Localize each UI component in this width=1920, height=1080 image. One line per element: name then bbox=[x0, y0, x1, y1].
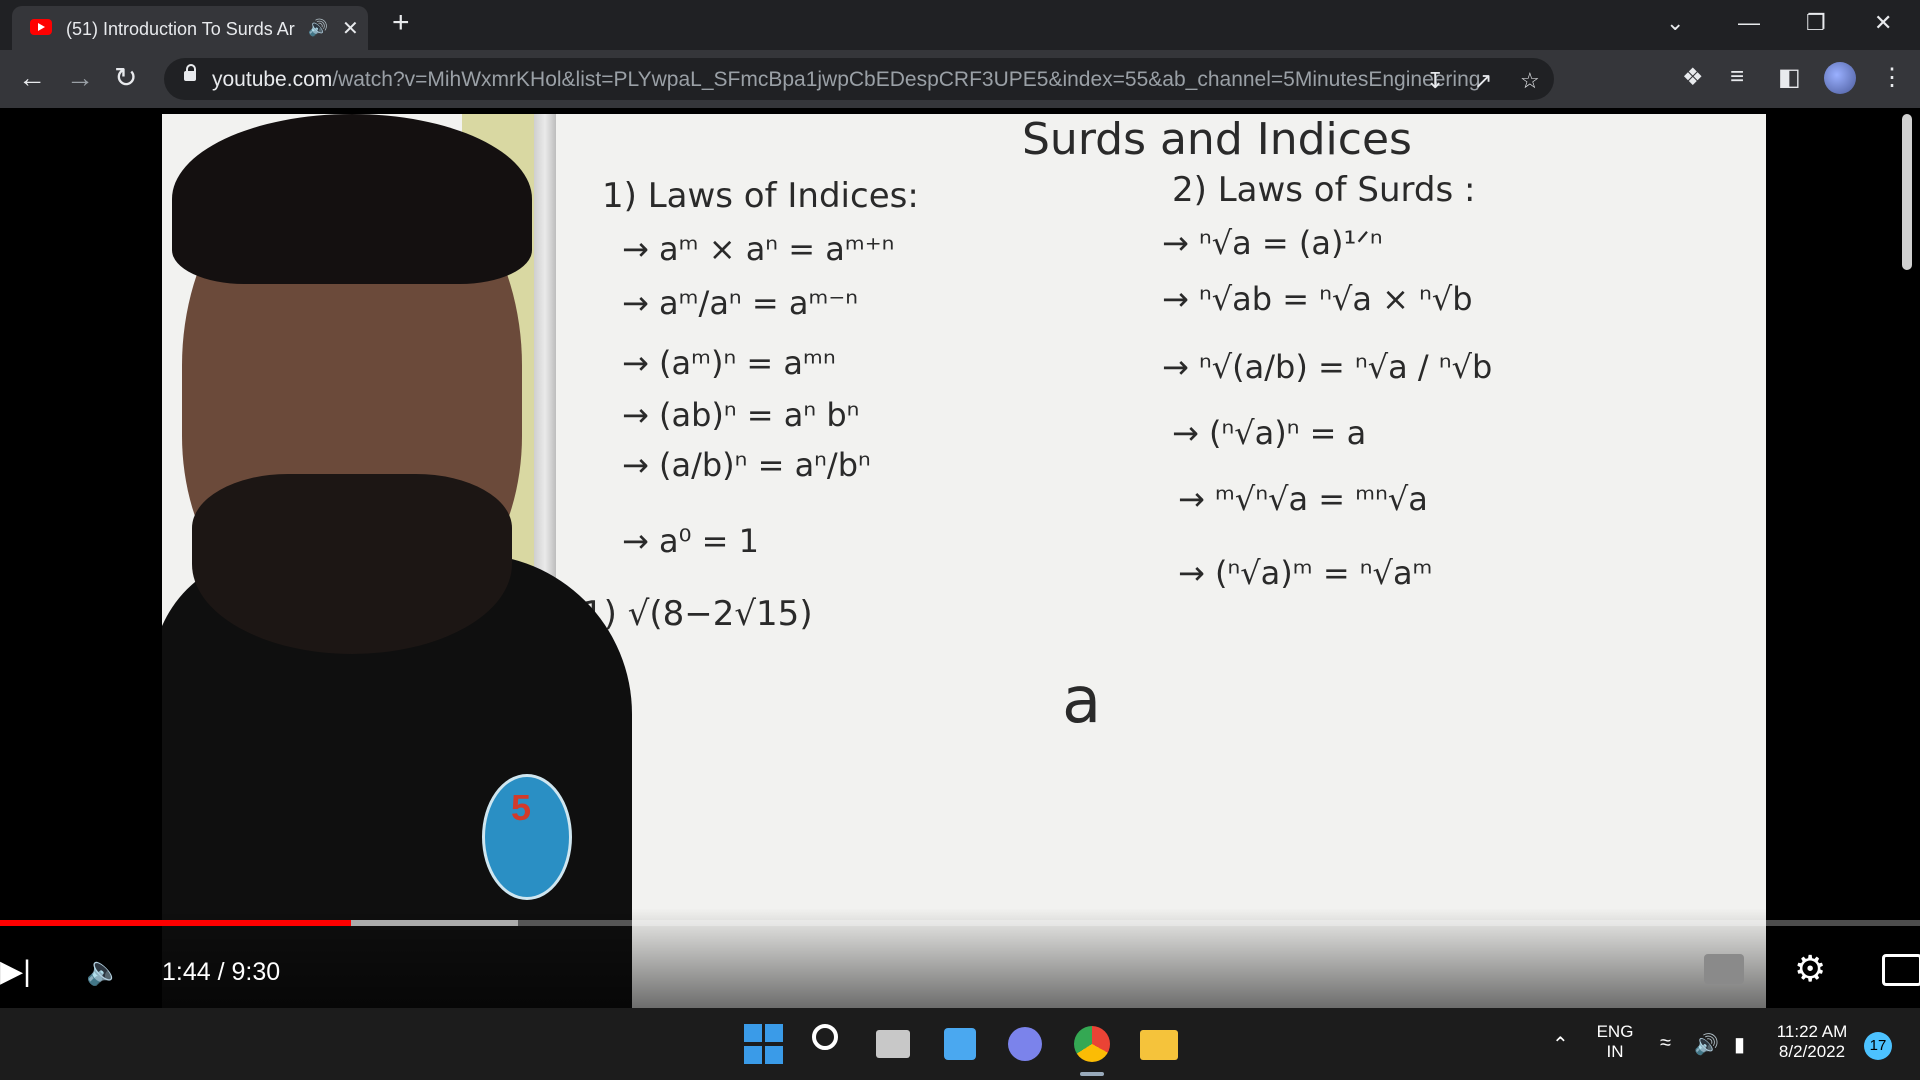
speaker-icon[interactable]: 🔊 bbox=[308, 18, 328, 38]
widgets-icon[interactable] bbox=[944, 1028, 976, 1060]
address-bar[interactable]: youtube.com/watch?v=MihWxmrKHol&list=PLY… bbox=[164, 58, 1554, 100]
search-icon[interactable] bbox=[812, 1024, 838, 1050]
next-video-icon[interactable]: ▶| bbox=[0, 954, 31, 989]
presenter-hair bbox=[172, 114, 532, 284]
install-icon[interactable]: ↧ bbox=[1426, 68, 1444, 94]
youtube-icon bbox=[30, 19, 52, 35]
miniplayer-icon[interactable] bbox=[1882, 954, 1920, 986]
surd-rule: → ᵐ√ⁿ√a = ᵐⁿ√a bbox=[1178, 480, 1428, 518]
clock[interactable]: 11:22 AM 8/2/2022 bbox=[1772, 1022, 1852, 1062]
close-window-button[interactable]: ✕ bbox=[1874, 10, 1892, 36]
chrome-icon[interactable] bbox=[1074, 1026, 1110, 1062]
star-icon[interactable]: ☆ bbox=[1520, 68, 1540, 94]
index-rule: → a⁰ = 1 bbox=[622, 522, 759, 560]
battery-icon[interactable]: ▮ bbox=[1734, 1032, 1745, 1057]
subtitles-icon[interactable] bbox=[1704, 954, 1744, 984]
reload-icon[interactable]: ↻ bbox=[114, 63, 137, 93]
surd-rule: → (ⁿ√a)ᵐ = ⁿ√aᵐ bbox=[1178, 554, 1433, 592]
browser-tab[interactable]: (51) Introduction To Surds Ar 🔊 ✕ bbox=[12, 6, 368, 50]
video-player[interactable]: Surds and Indices 1) Laws of Indices: → … bbox=[0, 108, 1920, 1008]
channel-logo-badge: 5 bbox=[482, 774, 572, 900]
url-text[interactable]: youtube.com/watch?v=MihWxmrKHol&list=PLY… bbox=[212, 68, 1480, 92]
volume-icon[interactable]: 🔈 bbox=[86, 954, 121, 987]
minimize-button[interactable]: — bbox=[1738, 10, 1760, 36]
restore-button[interactable]: ❐ bbox=[1806, 10, 1826, 36]
close-tab-icon[interactable]: ✕ bbox=[342, 16, 359, 41]
settings-gear-icon[interactable]: ⚙ bbox=[1794, 948, 1826, 990]
progress-played bbox=[0, 920, 352, 926]
board-example: 1) √(8−2√15) bbox=[582, 594, 813, 634]
wifi-icon[interactable]: ≈ bbox=[1660, 1032, 1671, 1055]
language-indicator[interactable]: ENG IN bbox=[1592, 1022, 1638, 1062]
board-scribble: a bbox=[1062, 664, 1102, 738]
windows-taskbar: ⌃ ENG IN ≈ 🔊 ▮ 11:22 AM 8/2/2022 bbox=[0, 1008, 1920, 1080]
surd-rule: → ⁿ√a = (a)¹ᐟⁿ bbox=[1162, 224, 1383, 262]
file-explorer-icon[interactable] bbox=[1140, 1030, 1178, 1060]
back-arrow-icon[interactable]: ← bbox=[18, 63, 46, 93]
lock-icon[interactable] bbox=[184, 64, 196, 81]
start-icon[interactable] bbox=[744, 1024, 784, 1064]
presenter-beard bbox=[192, 474, 512, 654]
index-rule: → aᵐ × aⁿ = aᵐ⁺ⁿ bbox=[622, 230, 895, 268]
surd-rule: → ⁿ√(a/b) = ⁿ√a / ⁿ√b bbox=[1162, 348, 1493, 386]
board-left-heading: 1) Laws of Indices: bbox=[602, 176, 919, 216]
forward-arrow-icon[interactable]: → bbox=[66, 63, 94, 93]
profile-avatar[interactable] bbox=[1824, 62, 1856, 94]
time-display: 1:44 / 9:30 bbox=[162, 958, 281, 986]
index-rule: → (a/b)ⁿ = aⁿ/bⁿ bbox=[622, 446, 871, 484]
extensions-icon[interactable]: ❖ bbox=[1682, 63, 1704, 92]
speaker-icon[interactable]: 🔊 bbox=[1694, 1032, 1719, 1057]
tab-title: (51) Introduction To Surds Ar bbox=[66, 19, 295, 39]
share-icon[interactable]: ↗ bbox=[1474, 68, 1492, 94]
reading-list-icon[interactable]: ≡ bbox=[1730, 63, 1744, 91]
side-panel-icon[interactable]: ◧ bbox=[1778, 63, 1801, 92]
board-title: Surds and Indices bbox=[1022, 114, 1412, 165]
teams-chat-icon[interactable] bbox=[1008, 1027, 1042, 1061]
kebab-menu-icon[interactable]: ⋮ bbox=[1880, 63, 1904, 92]
board-right-heading: 2) Laws of Surds : bbox=[1172, 170, 1476, 210]
tab-bar: (51) Introduction To Surds Ar 🔊 ✕ + ⌄ — … bbox=[0, 0, 1920, 50]
surd-rule: → (ⁿ√a)ⁿ = a bbox=[1172, 414, 1367, 452]
task-view-icon[interactable] bbox=[876, 1030, 910, 1058]
tab-search-icon[interactable]: ⌄ bbox=[1666, 10, 1684, 36]
surd-rule: → ⁿ√ab = ⁿ√a × ⁿ√b bbox=[1162, 280, 1473, 318]
index-rule: → aᵐ/aⁿ = aᵐ⁻ⁿ bbox=[622, 284, 859, 322]
active-app-indicator bbox=[1080, 1072, 1104, 1076]
index-rule: → (ab)ⁿ = aⁿ bⁿ bbox=[622, 396, 860, 434]
video-frame[interactable]: Surds and Indices 1) Laws of Indices: → … bbox=[162, 114, 1766, 1008]
new-tab-button[interactable]: + bbox=[392, 8, 410, 38]
browser-toolbar: ← → ↻ youtube.com/watch?v=MihWxmrKHol&li… bbox=[0, 50, 1920, 108]
notification-badge[interactable]: 17 bbox=[1864, 1032, 1892, 1060]
index-rule: → (aᵐ)ⁿ = aᵐⁿ bbox=[622, 344, 836, 382]
show-hidden-icons[interactable]: ⌃ bbox=[1552, 1032, 1569, 1057]
page-scrollbar[interactable] bbox=[1902, 114, 1912, 270]
